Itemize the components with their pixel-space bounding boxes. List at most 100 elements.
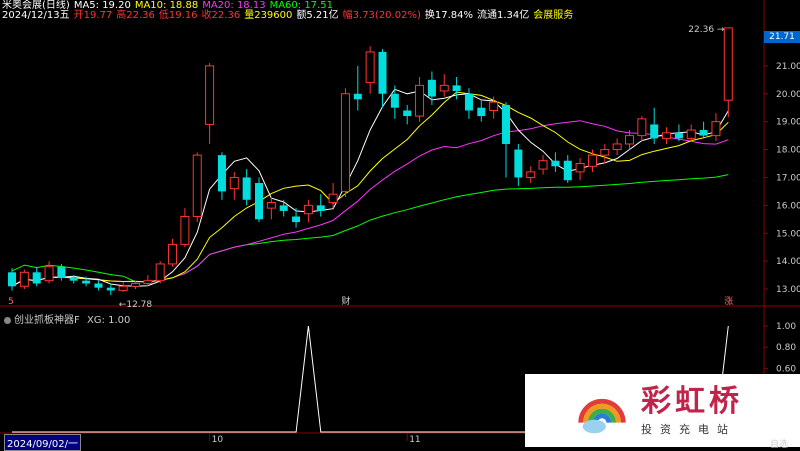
quote-info-row: 2024/12/13五 开19.77 高22.36 低19.16 收22.36 量2396… (2, 10, 577, 21)
price-annotation: 22.36 → (688, 25, 725, 35)
quote-field-5: 量239600 (244, 10, 293, 21)
quote-field-8: 换17.84% (424, 10, 473, 21)
candle-body-up (340, 93, 350, 192)
candle-body-up (180, 216, 190, 245)
candle-body-up (587, 154, 597, 167)
candle-body-down (57, 266, 66, 278)
candle-body-up (328, 193, 338, 204)
current-price-tag: 21.71 (764, 31, 800, 43)
candle-body-down (551, 160, 560, 167)
candle-body-up (19, 271, 29, 287)
price-annotation: ←12.78 (119, 300, 153, 310)
y-tick-label: 15.00 (776, 229, 800, 239)
quote-field-3: 低19.16 (158, 10, 198, 21)
quote-field-9: 流通1.34亿 (477, 10, 530, 21)
ind-tick-label: 1.00 (776, 322, 796, 332)
candle-body-down (650, 124, 659, 139)
candle-body-down (69, 277, 78, 281)
candle-body-down (378, 51, 387, 94)
candle-body-up (637, 118, 647, 137)
candle-body-up (229, 176, 239, 190)
candle-body-down (217, 155, 226, 192)
candle-body-down (106, 287, 115, 291)
candle-body-down (464, 93, 473, 111)
y-tick-label: 13.00 (776, 285, 800, 295)
candle-body-up (723, 27, 733, 101)
candle-body-up (303, 204, 313, 215)
rainbow-logo-icon (578, 398, 626, 433)
candle-body-down (279, 205, 288, 211)
y-tick-label: 21.00 (776, 62, 800, 72)
candle-body-down (674, 132, 683, 139)
indicator-value: XG: 1.00 (86, 315, 131, 326)
y-tick-label: 18.00 (776, 146, 800, 156)
quote-field-6: 额5.21亿 (296, 10, 339, 21)
ind-tick-label: 0.80 (776, 343, 796, 353)
candle-body-up (168, 243, 178, 265)
indicator-title[interactable]: 创业抓板神器F XG: 1.00 (4, 311, 130, 326)
candle-body-up (625, 135, 634, 145)
indicator-name: 创业抓板神器F (14, 315, 80, 326)
y-tick-label: 16.00 (776, 201, 800, 211)
watermark-brand: 彩虹桥 (641, 383, 743, 419)
candle-body-down (477, 107, 486, 117)
indicator-settings-icon[interactable] (4, 317, 11, 324)
candle-body-up (205, 65, 215, 125)
candle-body-down (94, 283, 103, 288)
quote-field-1: 开19.77 (73, 10, 113, 21)
candle-body-up (600, 149, 610, 156)
quote-field-4: 收22.36 (201, 10, 241, 21)
candle-body-up (489, 101, 499, 111)
candle-body-down (699, 130, 708, 136)
candle-body-down (563, 160, 572, 181)
y-tick-label: 14.00 (776, 257, 800, 267)
y-tick-label: 17.00 (776, 173, 800, 183)
event-marker: 涨 (724, 296, 733, 307)
candle-body-down (292, 216, 301, 223)
candle-body-down (32, 272, 41, 284)
candle-body-up (143, 280, 153, 284)
candle-body-down (353, 93, 362, 100)
candle-body-down (316, 205, 325, 211)
candle-body-up (155, 263, 165, 282)
quote-field-10: 会展服务 (533, 10, 574, 21)
candle-body-down (427, 79, 436, 97)
event-marker: 5 (8, 297, 14, 307)
candle-body-up (118, 285, 128, 291)
candle-body-down (514, 149, 523, 178)
candle-body-up (612, 143, 622, 151)
candle-body-up (686, 129, 696, 139)
candle-body-up (439, 84, 449, 92)
candle-body-up (662, 132, 672, 139)
ma60-line (11, 174, 729, 283)
candle-body-down (403, 110, 412, 117)
chart-header: 米奥会展(日线) MA5: 19.20 MA10: 18.88 MA20: 18.13… (0, 0, 800, 22)
candle-body-up (538, 160, 548, 170)
ind-tick-label: 0.60 (776, 364, 796, 374)
y-tick-label: 19.00 (776, 118, 800, 128)
candle-body-down (255, 183, 263, 220)
candle-body-up (131, 282, 140, 287)
crosshair-date-box: 2024/09/02/一 (4, 434, 82, 451)
watermark-subtitle: 投资充电站 (641, 422, 736, 436)
candle-body-down (452, 85, 461, 91)
candle-body-down (502, 104, 510, 144)
candle-body-up (415, 84, 425, 117)
candle-body-up (575, 163, 585, 173)
candle-body-up (711, 121, 721, 137)
candle-body-up (266, 202, 276, 209)
quote-field-7: 幅3.73(20.02%) (342, 10, 421, 21)
candle-body-down (242, 177, 251, 200)
quote-field-2: 高22.36 (116, 10, 155, 21)
candle-body-down (82, 280, 91, 284)
quote-field-0: 2024/12/13五 (2, 10, 70, 21)
event-marker: 财 (341, 295, 350, 307)
candle-body-up (526, 171, 536, 178)
candle-body-up (365, 51, 375, 84)
candle-body-up (192, 154, 202, 218)
watermark-card: 彩虹桥 投资充电站 (525, 374, 800, 447)
watchlist-tab[interactable]: 自选 (770, 437, 788, 450)
candle-body-up (44, 266, 54, 282)
y-tick-label: 20.00 (776, 90, 800, 100)
ma5-line (11, 88, 729, 287)
